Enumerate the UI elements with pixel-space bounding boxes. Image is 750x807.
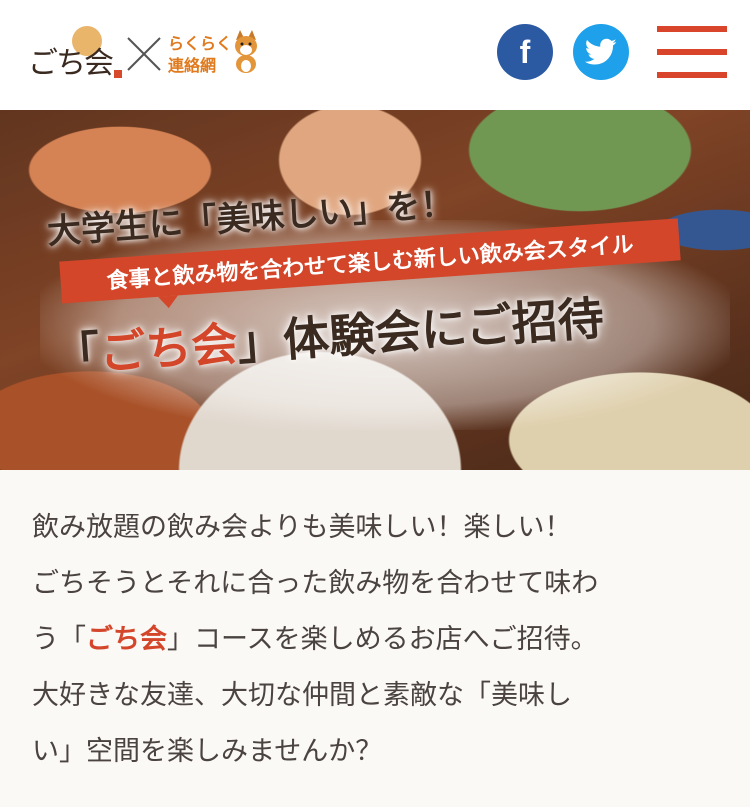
shiba-dog-icon [235, 30, 257, 73]
rakuraku-logo-line1: らくらく [168, 34, 233, 53]
headline-brand-name: ごち会 [97, 316, 240, 380]
gochikai-logo[interactable]: ごち会 [26, 26, 122, 82]
twitter-share-button[interactable] [573, 24, 629, 80]
intro-line3-pre: う「 [32, 624, 86, 655]
facebook-share-button[interactable]: f [497, 24, 553, 80]
site-header: ごち会 らくらく 連絡網 f [0, 0, 750, 110]
facebook-icon: f [519, 33, 531, 70]
menu-bar-icon [657, 72, 727, 78]
intro-line: 大好きな友達、大切な仲間と素敵な「美味し [32, 680, 572, 711]
intro-line: ごちそうとそれに合った飲み物を合わせて味わ [32, 568, 599, 599]
rakuraku-logo-line2: 連絡網 [168, 56, 217, 75]
hero-copy: 大学生に「美味しい」を！ 食事と飲み物を合わせて楽しむ新しい飲み会スタイル 「ご… [0, 110, 750, 470]
menu-bar-icon [657, 49, 727, 55]
twitter-icon [585, 38, 617, 65]
logo-stamp [114, 70, 122, 78]
hero-banner: 大学生に「美味しい」を！ 食事と飲み物を合わせて楽しむ新しい飲み会スタイル 「ご… [0, 110, 750, 470]
intro-line: う「ごち会」コースを楽しめるお店へご招待。 [32, 612, 722, 668]
gochikai-logo-text: ごち会 [28, 46, 114, 81]
intro-section: 飲み放題の飲み会よりも美味しい！楽しい！ ごちそうとそれに合った飲み物を合わせて… [0, 470, 750, 807]
menu-bar-icon [657, 26, 727, 32]
headline-open-bracket: 「 [51, 326, 102, 384]
intro-line3-post: 」コースを楽しめるお店へご招待。 [167, 624, 598, 655]
rakuraku-renrakumo-logo[interactable]: らくらく 連絡網 [168, 28, 260, 78]
collaboration-cross-icon [127, 37, 161, 71]
intro-line: 飲み放題の飲み会よりも美味しい！楽しい！ [32, 512, 572, 543]
hamburger-menu-button[interactable] [657, 26, 727, 78]
headline-rest: 」体験会にご招待 [235, 290, 606, 371]
intro-paragraph: 飲み放題の飲み会よりも美味しい！楽しい！ ごちそうとそれに合った飲み物を合わせて… [32, 500, 722, 780]
intro-line: い」空間を楽しみませんか？ [32, 736, 383, 767]
intro-brand-name: ごち会 [86, 624, 167, 655]
